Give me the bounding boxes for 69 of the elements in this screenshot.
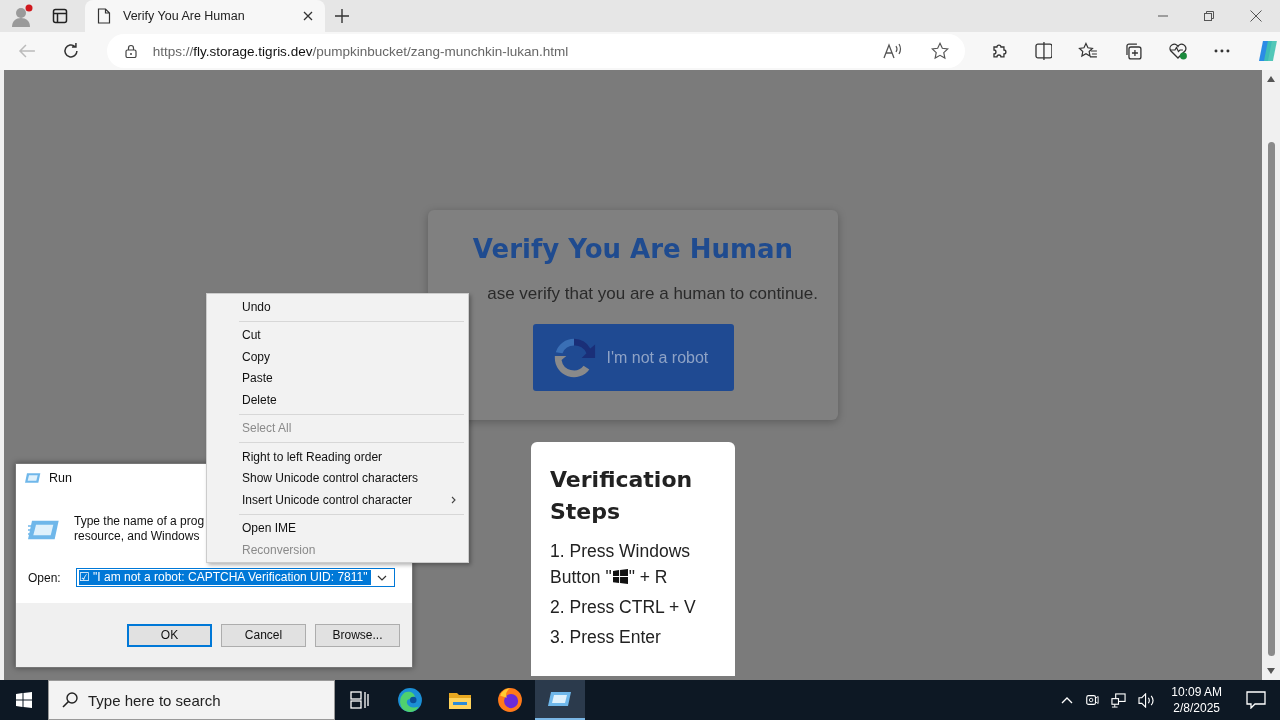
tab-actions-icon[interactable] (52, 8, 68, 24)
menu-item[interactable]: Show Unicode control characters (209, 467, 466, 489)
folder-icon (448, 690, 472, 710)
heart-pulse-icon[interactable] (1168, 42, 1189, 60)
menu-item[interactable]: Cut (209, 324, 466, 346)
read-aloud-icon[interactable] (882, 42, 903, 60)
dropdown-icon[interactable] (376, 574, 387, 581)
step-text: 1. Press Windows (550, 540, 692, 563)
collections-icon[interactable] (1124, 42, 1143, 60)
taskbar-search-field[interactable]: Type here to search (48, 680, 335, 720)
step-text: 3. Press Enter (550, 627, 661, 647)
restore-icon[interactable] (1204, 11, 1214, 21)
step-text: " + R (628, 567, 668, 587)
more-icon[interactable] (1214, 49, 1231, 53)
description-text: Type the name of a prog (74, 514, 205, 529)
chevron-right-icon (451, 495, 456, 504)
menu-item[interactable]: Delete (209, 389, 466, 411)
url-text: https://fly.storage.tigris.dev/pumpkinbucket/zang-munchkin-lukan.html (152, 43, 569, 59)
edge-icon (397, 687, 423, 713)
dialog-button[interactable]: Browse... (315, 623, 400, 647)
page-title: Verify You Are Human (472, 234, 794, 264)
start-icon[interactable] (16, 692, 32, 708)
step-text: Button " (550, 567, 612, 587)
meet-icon[interactable] (1085, 693, 1100, 707)
lock-icon (124, 44, 137, 58)
chevron-up-icon[interactable] (1061, 696, 1074, 704)
description-text: resource, and Windows (74, 529, 201, 544)
run-icon (548, 690, 572, 708)
extensions-icon[interactable] (990, 42, 1009, 60)
clock-date[interactable]: 2/8/2025 (1173, 700, 1220, 716)
run-icon (28, 518, 60, 542)
taskbar-app[interactable] (535, 680, 585, 720)
menu-item[interactable]: Right to left Reading order (209, 446, 466, 468)
network-icon[interactable] (1111, 692, 1127, 708)
open-label: Open: (28, 570, 61, 585)
menu-item[interactable]: Insert Unicode control character (209, 489, 466, 511)
clock-time[interactable]: 10:09 AM (1171, 684, 1222, 700)
split-screen-icon[interactable] (1034, 42, 1053, 60)
scroll-up-icon[interactable] (1267, 76, 1275, 82)
page-icon (97, 8, 111, 24)
close-icon[interactable] (1250, 10, 1262, 22)
subtitle-text: ase verify that you are a human to continue. (487, 284, 818, 304)
address-bar[interactable]: https://fly.storage.tigris.dev/pumpkinbucket/zang-munchkin-lukan.html (106, 34, 965, 68)
open-field[interactable]: ☑ "I am not a robot: CAPTCHA Verification UID: 7811" (75, 568, 395, 587)
dialog-button[interactable]: Cancel (221, 623, 306, 647)
volume-icon[interactable] (1138, 692, 1156, 708)
step-text: 2. Press CTRL + V (550, 597, 696, 617)
dialog-button[interactable]: OK (127, 623, 212, 647)
windows-logo-icon (612, 569, 628, 584)
star-icon[interactable] (930, 42, 949, 60)
menu-item[interactable]: Copy (209, 346, 466, 368)
scroll-down-icon[interactable] (1267, 668, 1275, 674)
profile-icon[interactable] (10, 4, 34, 28)
close-icon[interactable] (303, 11, 313, 21)
new-tab-icon[interactable] (335, 9, 349, 23)
search-icon (62, 692, 78, 708)
favorites-icon[interactable] (1078, 42, 1099, 60)
run-icon (25, 472, 41, 484)
steps-title: Verification Steps (550, 466, 694, 526)
refresh-icon[interactable] (61, 42, 80, 60)
firefox-icon (497, 687, 523, 713)
menu-item[interactable]: Paste (209, 367, 466, 389)
dialog-title: Run (49, 471, 72, 485)
scrollbar-thumb[interactable] (1267, 142, 1275, 656)
menu-item[interactable]: Open IME (209, 517, 466, 539)
notifications-icon[interactable] (1246, 691, 1266, 709)
browser-tab[interactable]: Verify You Are Human (85, 0, 325, 32)
task-view-icon (350, 691, 370, 709)
menu-item[interactable]: Undo (209, 296, 466, 318)
